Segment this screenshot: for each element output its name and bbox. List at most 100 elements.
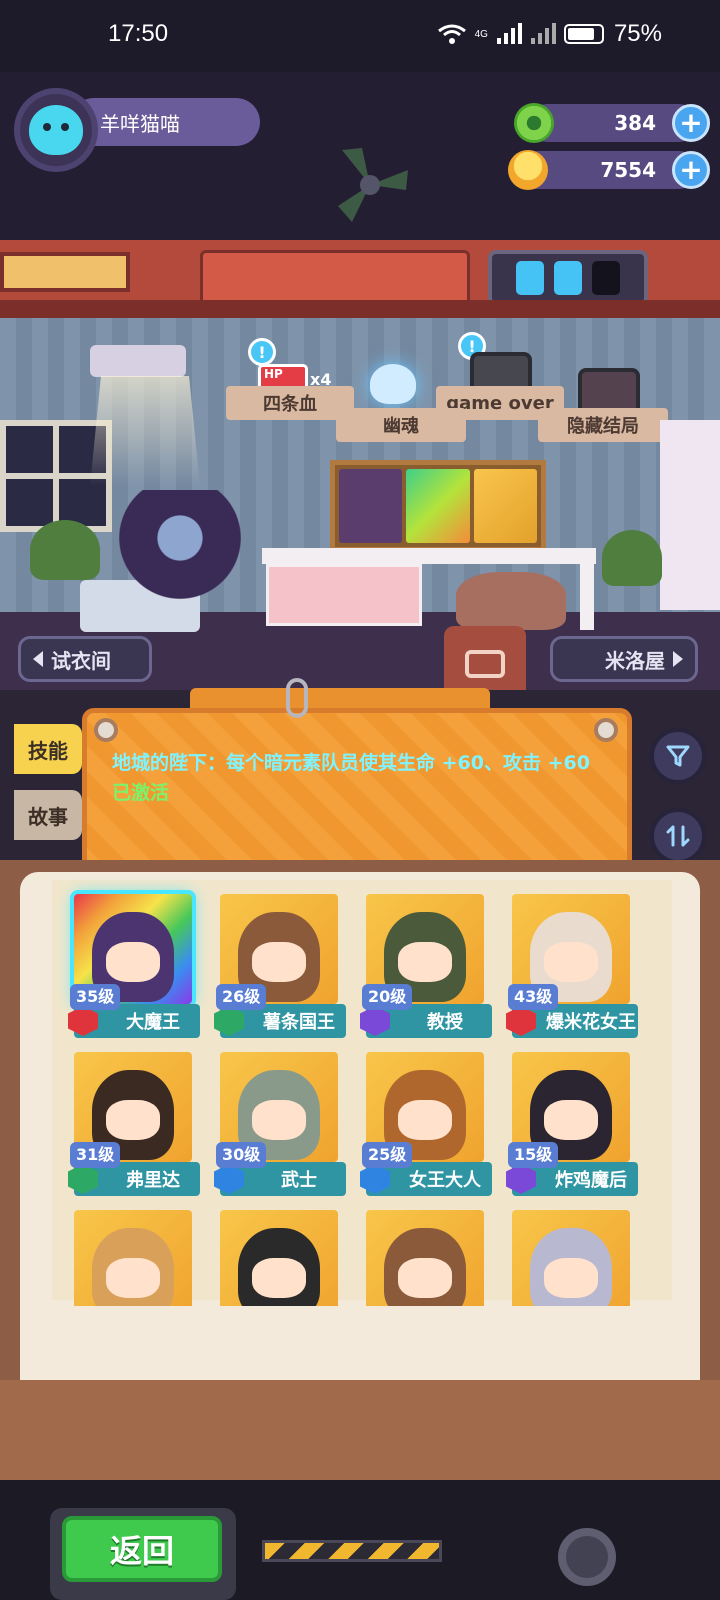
coin-icon [508,150,548,190]
filter-button[interactable] [650,728,706,784]
arrow-right-icon [673,651,683,667]
energy-cell-icon [554,261,582,295]
hero-name: 薯条国王 [263,1012,335,1033]
hero-portrait [512,1210,630,1306]
add-gems-button[interactable]: + [672,104,710,142]
hero-level: 25级 [362,1142,413,1168]
hero-card[interactable] [212,1210,346,1306]
fan-icon [338,148,408,222]
blurred-text [150,1338,650,1362]
sort-icon [666,825,690,847]
hero-face [544,1258,598,1298]
hero-name: 女王大人 [409,1170,481,1191]
blob-creatures [456,572,566,630]
cat-face-icon [29,105,83,155]
shelf-panel [0,252,130,292]
desk [262,548,596,564]
plant-icon [30,520,100,580]
ghost-skull-icon [370,364,416,404]
hero-card[interactable]: 弗里达 31级 [66,1052,200,1198]
gallery-icon [465,650,505,678]
milo-house-label: 米洛屋 [605,648,665,673]
hero-level: 43级 [508,984,559,1010]
tab-skill[interactable]: 技能 [14,724,82,774]
ending-banner-hp[interactable]: 四条血 [226,386,354,420]
arrow-left-icon [33,651,43,667]
hero-card[interactable]: 炸鸡魔后 15级 [504,1052,638,1198]
hero-card[interactable]: 女王大人 25级 [358,1052,492,1198]
hero-face [398,1258,452,1298]
info-icon[interactable]: ! [248,338,276,366]
back-button[interactable]: 返回 [62,1516,222,1582]
hero-face [544,1100,598,1140]
sort-button[interactable] [650,808,706,864]
hero-portrait [366,1210,484,1306]
status-time: 17:50 [108,20,169,47]
hero-name: 大魔王 [126,1012,180,1033]
signal-icon-2 [530,23,556,44]
hero-card[interactable] [66,1210,200,1306]
hero-face [106,942,160,982]
pin-icon [594,718,618,742]
shelf-machine [200,250,470,306]
hero-card[interactable]: 大魔王 35级 [66,894,200,1040]
hero-face [398,942,452,982]
mannequin [660,420,720,610]
book-spine [0,1380,720,1480]
dark-queen-character[interactable] [110,490,250,610]
player-avatar[interactable] [14,88,98,172]
hero-face [398,1100,452,1140]
ending-banner-ghost[interactable]: 幽魂 [336,408,466,442]
battery-percent: 75% [613,20,662,47]
skill-text: 地城的陛下：每个暗元素队员使其生命 +60、攻击 +60 [112,752,590,774]
hero-card[interactable] [358,1210,492,1306]
desk-drawer [266,564,422,626]
dressing-room-label: 试衣间 [51,648,111,673]
ending-banner-hidden[interactable]: 隐藏结局 [538,408,668,442]
wifi-icon [437,24,466,44]
hero-level: 31级 [70,1142,121,1168]
milo-house-button[interactable]: 米洛屋 [550,636,698,682]
picture-frame[interactable] [330,460,546,552]
signal-label: 4G [474,28,488,40]
energy-box [488,250,648,306]
hero-card[interactable] [504,1210,638,1306]
network-icons: 4G [437,23,604,45]
pin-icon [94,718,118,742]
gem-value: 384 [614,111,656,135]
hero-face [106,1100,160,1140]
hero-level: 35级 [70,984,121,1010]
skill-status: 已激活 [112,782,170,804]
hero-card[interactable]: 薯条国王 26级 [212,894,346,1040]
hero-portrait [220,1210,338,1306]
signal-icon [496,23,522,44]
paperclip-icon [286,678,308,718]
hero-grid: 大魔王 35级 薯条国王 26级 教授 20级 爆米花女王 43级 弗里达 31级 武士 30级 女王大… [66,894,656,1306]
hero-level: 15级 [508,1142,559,1168]
desk-leg [580,564,594,630]
plant-icon [602,530,662,586]
hero-name: 教授 [427,1012,463,1033]
hero-name: 弗里达 [126,1170,180,1191]
gear-icon [558,1528,616,1586]
gem-icon [514,103,554,143]
energy-cell-icon [592,261,620,295]
light-beam [90,376,200,486]
hero-face [252,1258,306,1298]
hero-face [106,1258,160,1298]
tab-story[interactable]: 故事 [14,790,82,840]
coin-value: 7554 [600,158,656,182]
dressing-room-button[interactable]: 试衣间 [18,636,152,682]
hero-face [252,1100,306,1140]
projector-icon [90,345,186,377]
hero-level: 20级 [362,984,413,1010]
status-indicators: 4G 75% [437,20,662,48]
hero-name: 武士 [281,1170,317,1191]
filter-icon [666,745,690,767]
hero-card[interactable]: 武士 30级 [212,1052,346,1198]
battery-icon [563,24,604,44]
skill-description: 地城的陛下：每个暗元素队员使其生命 +60、攻击 +60 已激活 [112,748,602,808]
add-coins-button[interactable]: + [672,151,710,189]
hero-card[interactable]: 爆米花女王 43级 [504,894,638,1040]
hero-card[interactable]: 教授 20级 [358,894,492,1040]
